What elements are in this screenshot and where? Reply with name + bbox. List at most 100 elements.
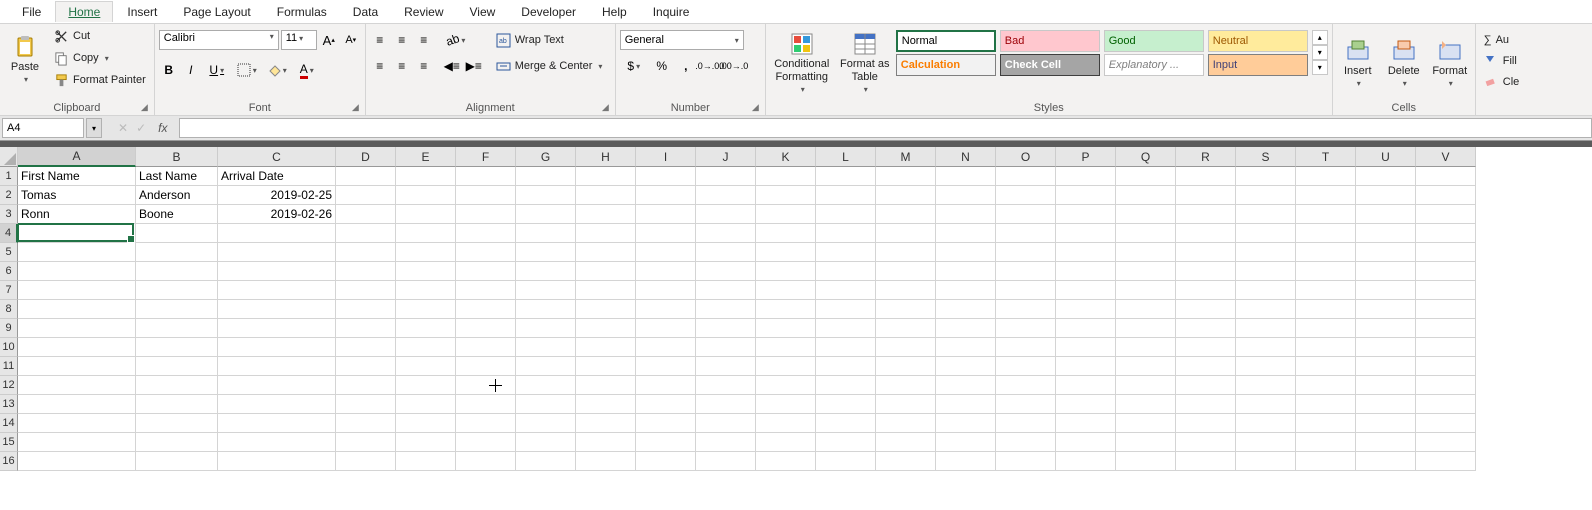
cell-F1[interactable] bbox=[456, 167, 516, 186]
cell-F13[interactable] bbox=[456, 395, 516, 414]
cell-P4[interactable] bbox=[1056, 224, 1116, 243]
cell-U7[interactable] bbox=[1356, 281, 1416, 300]
cell-S14[interactable] bbox=[1236, 414, 1296, 433]
cell-D2[interactable] bbox=[336, 186, 396, 205]
cell-C6[interactable] bbox=[218, 262, 336, 281]
cell-E11[interactable] bbox=[396, 357, 456, 376]
cell-I15[interactable] bbox=[636, 433, 696, 452]
cell-M14[interactable] bbox=[876, 414, 936, 433]
cell-O16[interactable] bbox=[996, 452, 1056, 471]
cell-B9[interactable] bbox=[136, 319, 218, 338]
cell-V16[interactable] bbox=[1416, 452, 1476, 471]
cell-E4[interactable] bbox=[396, 224, 456, 243]
col-header-N[interactable]: N bbox=[936, 147, 996, 167]
cell-E16[interactable] bbox=[396, 452, 456, 471]
cell-P14[interactable] bbox=[1056, 414, 1116, 433]
cell-R2[interactable] bbox=[1176, 186, 1236, 205]
cell-B3[interactable]: Boone bbox=[136, 205, 218, 224]
cell-H16[interactable] bbox=[576, 452, 636, 471]
cell-O14[interactable] bbox=[996, 414, 1056, 433]
cell-A12[interactable] bbox=[18, 376, 136, 395]
cell-O8[interactable] bbox=[996, 300, 1056, 319]
cell-R6[interactable] bbox=[1176, 262, 1236, 281]
cell-Q11[interactable] bbox=[1116, 357, 1176, 376]
cell-E13[interactable] bbox=[396, 395, 456, 414]
cell-N13[interactable] bbox=[936, 395, 996, 414]
grow-font-button[interactable]: A▴ bbox=[319, 30, 339, 50]
font-family-select[interactable]: Calibri▾ bbox=[159, 30, 279, 50]
col-header-P[interactable]: P bbox=[1056, 147, 1116, 167]
cell-V15[interactable] bbox=[1416, 433, 1476, 452]
increase-indent-button[interactable]: ▶≡ bbox=[464, 56, 484, 76]
cell-A1[interactable]: First Name bbox=[18, 167, 136, 186]
col-header-L[interactable]: L bbox=[816, 147, 876, 167]
cell-S6[interactable] bbox=[1236, 262, 1296, 281]
cell-F4[interactable] bbox=[456, 224, 516, 243]
cell-F12[interactable] bbox=[456, 376, 516, 395]
cell-Q12[interactable] bbox=[1116, 376, 1176, 395]
cell-D12[interactable] bbox=[336, 376, 396, 395]
cell-O10[interactable] bbox=[996, 338, 1056, 357]
insert-button[interactable]: Insert▾ bbox=[1337, 30, 1379, 96]
style-bad[interactable]: Bad bbox=[1000, 30, 1100, 52]
cell-F16[interactable] bbox=[456, 452, 516, 471]
tab-developer[interactable]: Developer bbox=[509, 2, 588, 22]
cell-K9[interactable] bbox=[756, 319, 816, 338]
cell-Q6[interactable] bbox=[1116, 262, 1176, 281]
cell-R13[interactable] bbox=[1176, 395, 1236, 414]
cell-S4[interactable] bbox=[1236, 224, 1296, 243]
cell-V11[interactable] bbox=[1416, 357, 1476, 376]
cell-R9[interactable] bbox=[1176, 319, 1236, 338]
style-neutral[interactable]: Neutral bbox=[1208, 30, 1308, 52]
cell-M2[interactable] bbox=[876, 186, 936, 205]
cell-Q14[interactable] bbox=[1116, 414, 1176, 433]
cell-H7[interactable] bbox=[576, 281, 636, 300]
col-header-B[interactable]: B bbox=[136, 147, 218, 167]
row-header-9[interactable]: 9 bbox=[0, 319, 18, 338]
cell-B4[interactable] bbox=[136, 224, 218, 243]
decrease-decimal-button[interactable]: .00→.0 bbox=[724, 56, 744, 76]
cell-D15[interactable] bbox=[336, 433, 396, 452]
cell-E9[interactable] bbox=[396, 319, 456, 338]
cell-D13[interactable] bbox=[336, 395, 396, 414]
cell-T4[interactable] bbox=[1296, 224, 1356, 243]
cell-F2[interactable] bbox=[456, 186, 516, 205]
cell-U2[interactable] bbox=[1356, 186, 1416, 205]
cell-A5[interactable] bbox=[18, 243, 136, 262]
cell-U12[interactable] bbox=[1356, 376, 1416, 395]
cell-Q9[interactable] bbox=[1116, 319, 1176, 338]
number-format-select[interactable]: General▾ bbox=[620, 30, 744, 50]
cell-U14[interactable] bbox=[1356, 414, 1416, 433]
cell-H4[interactable] bbox=[576, 224, 636, 243]
fill-button[interactable]: Fill bbox=[1480, 51, 1521, 71]
cell-L14[interactable] bbox=[816, 414, 876, 433]
cell-F11[interactable] bbox=[456, 357, 516, 376]
tab-data[interactable]: Data bbox=[341, 2, 390, 22]
font-launcher-icon[interactable]: ◢ bbox=[352, 102, 359, 113]
cell-R12[interactable] bbox=[1176, 376, 1236, 395]
tab-insert[interactable]: Insert bbox=[115, 2, 169, 22]
align-middle-button[interactable]: ≡ bbox=[392, 30, 412, 50]
cell-T3[interactable] bbox=[1296, 205, 1356, 224]
cell-V14[interactable] bbox=[1416, 414, 1476, 433]
cell-A8[interactable] bbox=[18, 300, 136, 319]
cell-H1[interactable] bbox=[576, 167, 636, 186]
cell-A3[interactable]: Ronn bbox=[18, 205, 136, 224]
cell-F15[interactable] bbox=[456, 433, 516, 452]
format-as-table-button[interactable]: Format as Table▾ bbox=[838, 30, 892, 96]
align-top-button[interactable]: ≡ bbox=[370, 30, 390, 50]
cell-H9[interactable] bbox=[576, 319, 636, 338]
cell-T9[interactable] bbox=[1296, 319, 1356, 338]
cell-P5[interactable] bbox=[1056, 243, 1116, 262]
cell-G8[interactable] bbox=[516, 300, 576, 319]
cell-I2[interactable] bbox=[636, 186, 696, 205]
font-size-select[interactable]: 11▾ bbox=[281, 30, 317, 50]
cell-M15[interactable] bbox=[876, 433, 936, 452]
cell-H5[interactable] bbox=[576, 243, 636, 262]
cell-D8[interactable] bbox=[336, 300, 396, 319]
cell-S8[interactable] bbox=[1236, 300, 1296, 319]
cell-P9[interactable] bbox=[1056, 319, 1116, 338]
cell-S15[interactable] bbox=[1236, 433, 1296, 452]
cell-O4[interactable] bbox=[996, 224, 1056, 243]
cell-M5[interactable] bbox=[876, 243, 936, 262]
